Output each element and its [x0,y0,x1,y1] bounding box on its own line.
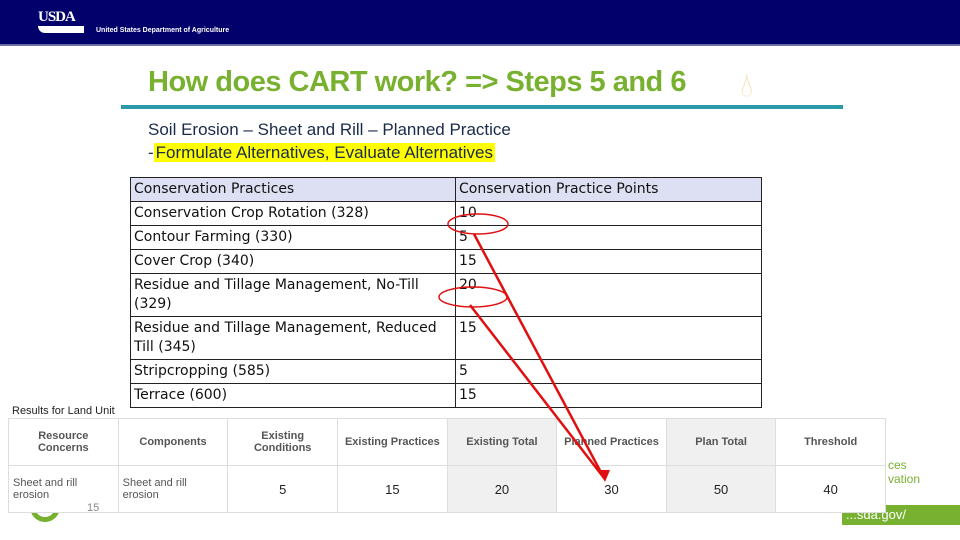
annotation-overlay [438,213,610,482]
arrow-line [472,233,606,479]
highlight-ellipse [447,213,509,235]
arrow-line [469,304,605,479]
highlight-ellipse [438,286,508,308]
arrow-head [598,470,610,482]
